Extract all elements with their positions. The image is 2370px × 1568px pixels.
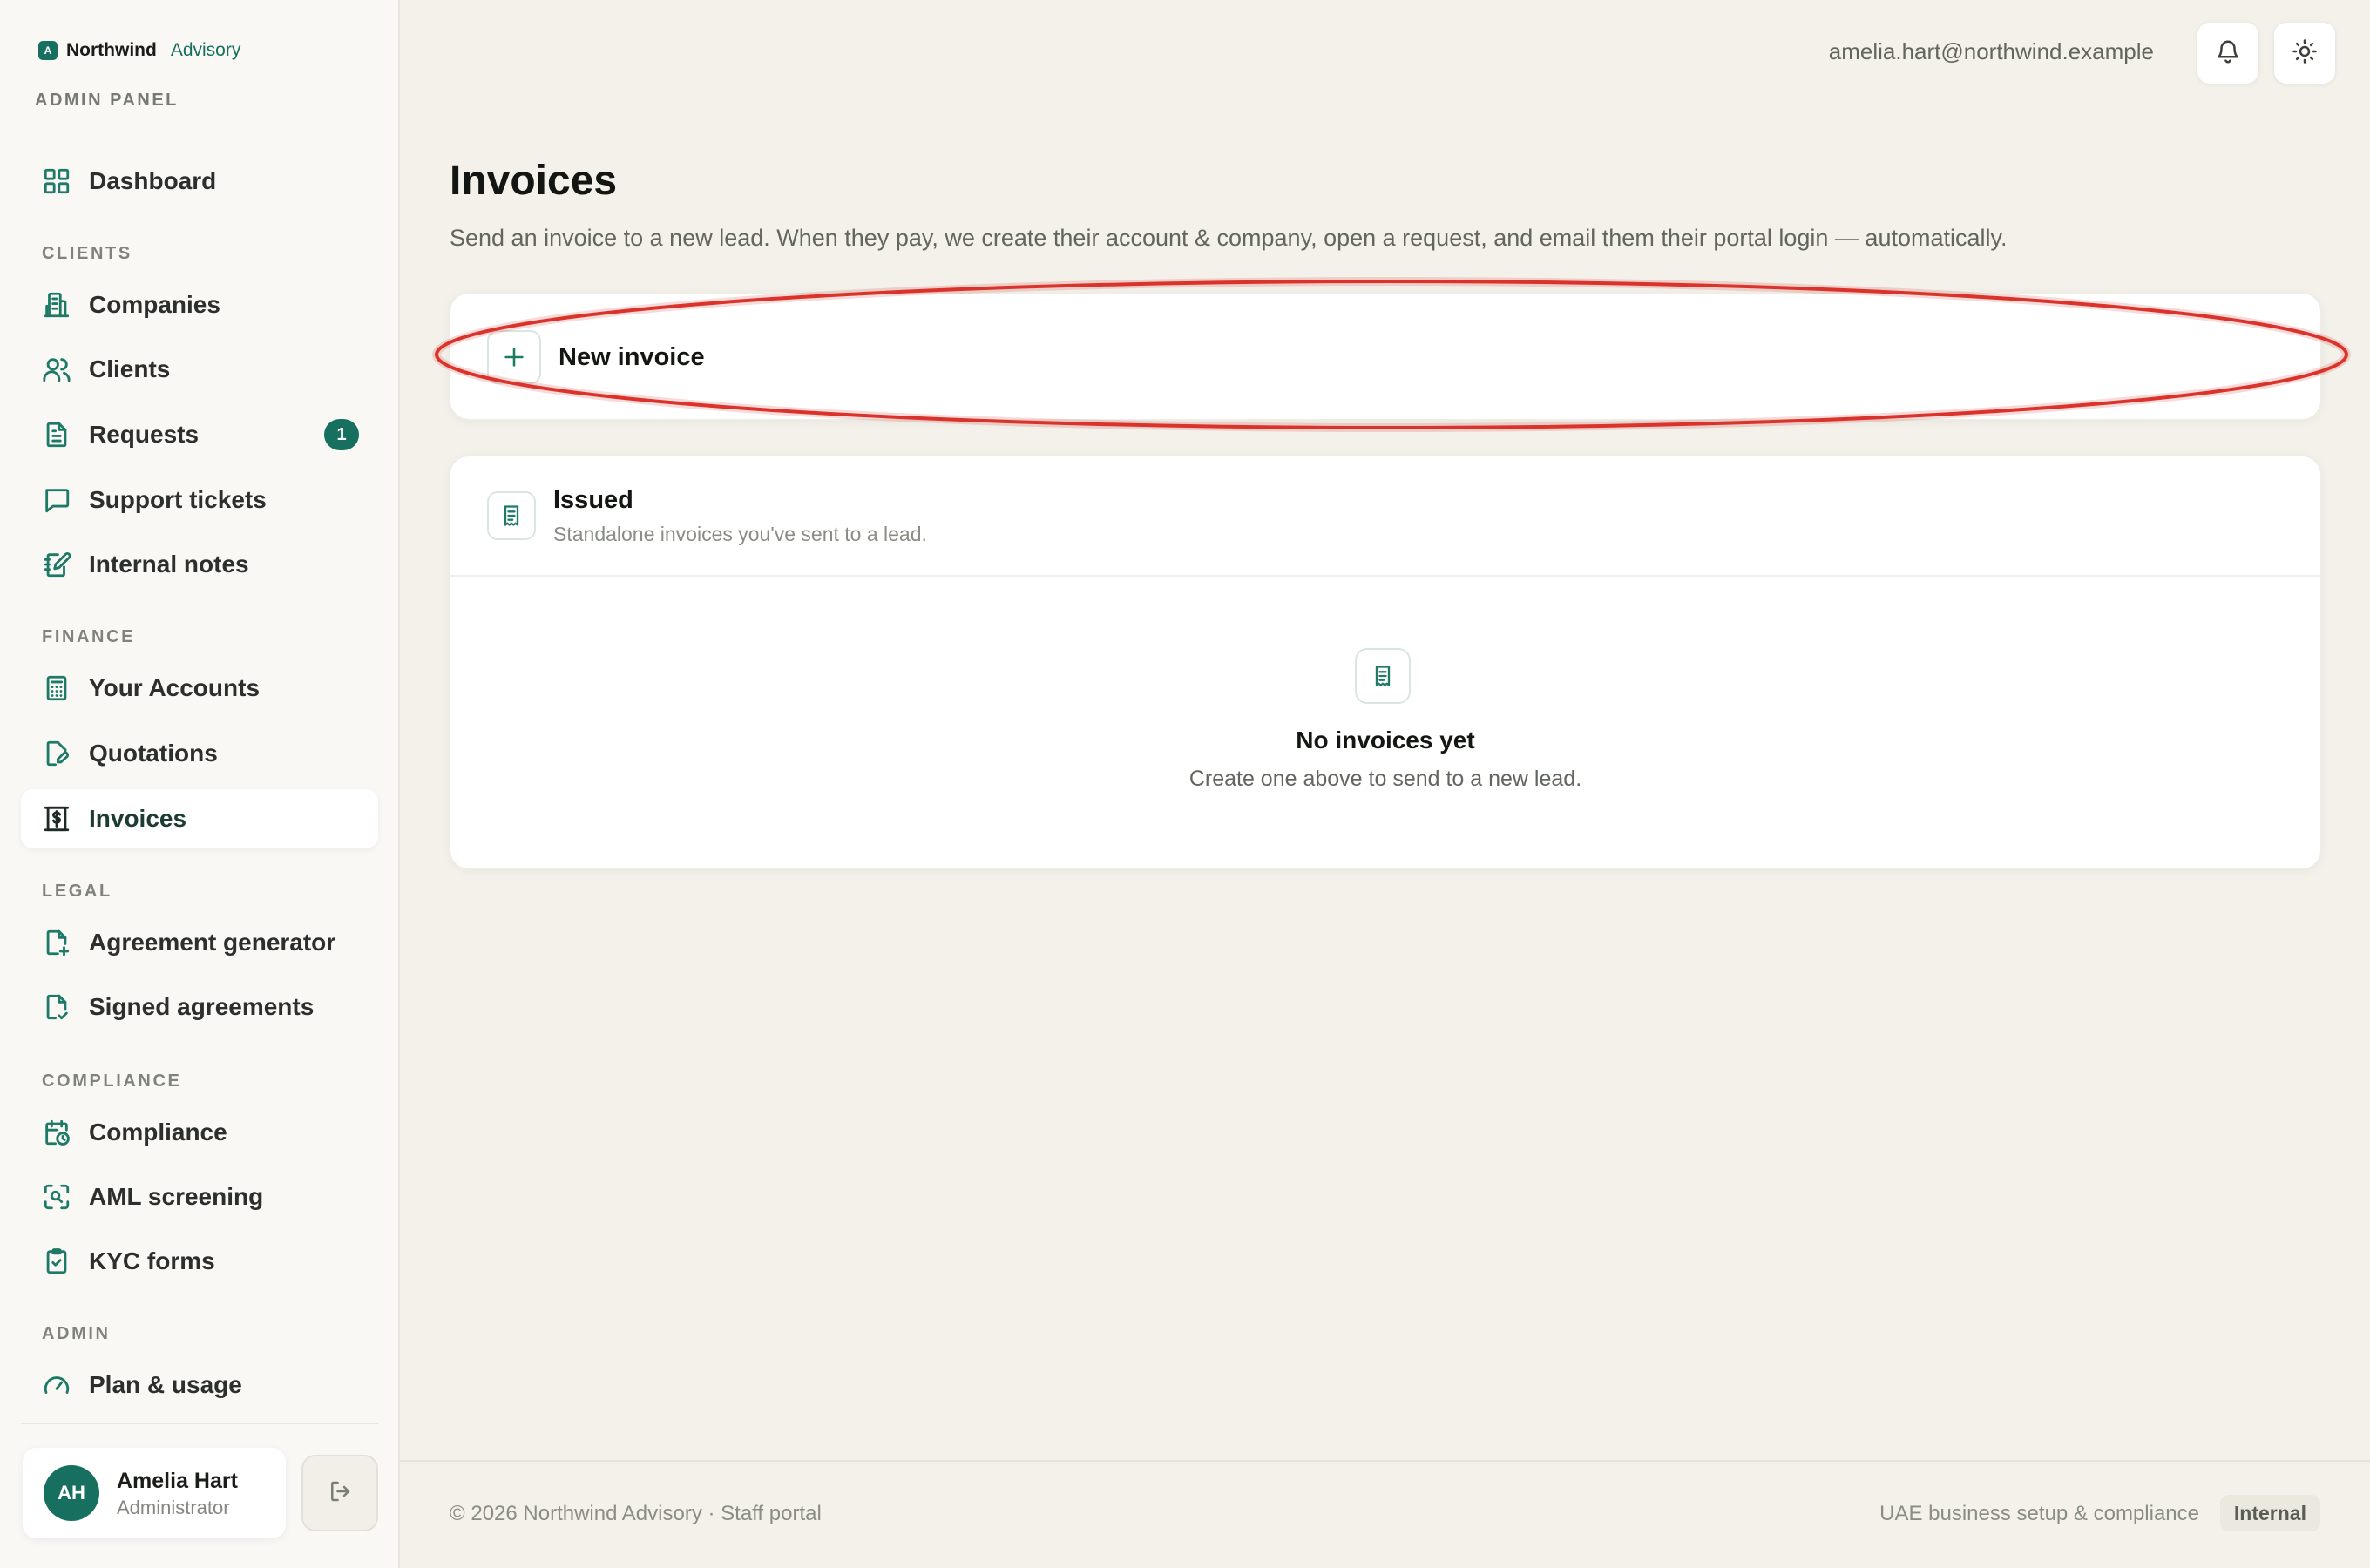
sidebar-item-label: Clients <box>89 355 171 382</box>
sidebar-item-label: Support tickets <box>89 486 267 513</box>
new-invoice-button[interactable]: New invoice <box>450 293 2321 420</box>
sidebar-item-label: Quotations <box>89 740 218 767</box>
footer-tagline: UAE business setup & compliance <box>1879 1502 2199 1525</box>
sidebar-item-companies[interactable]: Companies <box>21 275 378 335</box>
empty-state-subtitle: Create one above to send to a new lead. <box>1188 767 1582 791</box>
sidebar-item-agreement-generator[interactable]: Agreement generator <box>21 913 378 972</box>
file-plus-icon <box>42 928 71 957</box>
sidebar-item-invoices[interactable]: Invoices <box>21 789 378 848</box>
section-title-admin: ADMIN <box>42 1324 111 1343</box>
sidebar-item-label: Your Accounts <box>89 674 261 701</box>
main-content: amelia.hart@northwind.example Invoices S… <box>400 0 2370 1568</box>
sidebar-item-label: Dashboard <box>89 167 217 194</box>
sidebar-item-your-accounts[interactable]: Your Accounts <box>21 659 378 718</box>
page-description: Send an invoice to a new lead. When they… <box>450 225 2008 251</box>
section-title-finance: FINANCE <box>42 627 136 646</box>
user-profile-card[interactable]: AH Amelia Hart Administrator <box>23 1448 286 1538</box>
sidebar-item-label: AML screening <box>89 1183 264 1210</box>
receipt-icon <box>487 491 536 540</box>
new-invoice-label: New invoice <box>559 343 705 371</box>
invoice-dollar-icon <box>42 804 71 834</box>
sidebar-item-label: Agreement generator <box>89 929 336 956</box>
theme-toggle-button[interactable] <box>2274 23 2335 84</box>
internal-badge: Internal <box>2219 1495 2320 1531</box>
file-edit-icon <box>42 739 71 768</box>
user-role: Administrator <box>117 1497 230 1518</box>
sidebar-item-label: Internal notes <box>89 551 249 578</box>
issued-divider <box>450 575 2320 577</box>
panel-label: ADMIN PANEL <box>35 91 179 110</box>
grid-icon <box>42 166 71 196</box>
sun-icon <box>2292 38 2318 69</box>
calculator-icon <box>42 673 71 703</box>
sidebar: A Northwind Advisory ADMIN PANEL Dashboa… <box>0 0 400 1568</box>
logout-button[interactable] <box>301 1455 378 1531</box>
section-title-clients: CLIENTS <box>42 244 132 263</box>
users-icon <box>42 355 71 384</box>
sidebar-item-plan-usage[interactable]: Plan & usage <box>21 1355 378 1415</box>
notes-icon <box>42 550 71 579</box>
document-icon <box>42 420 71 449</box>
issued-title: Issued <box>553 486 633 514</box>
gauge-icon <box>42 1370 71 1400</box>
sidebar-item-requests[interactable]: Requests 1 <box>21 405 378 464</box>
sidebar-item-signed-agreements[interactable]: Signed agreements <box>21 977 378 1037</box>
sidebar-item-label: Plan & usage <box>89 1371 242 1398</box>
notifications-button[interactable] <box>2197 23 2258 84</box>
brand-mark-icon: A <box>38 41 58 60</box>
sidebar-item-label: Invoices <box>89 805 187 832</box>
issued-subtitle: Standalone invoices you've sent to a lea… <box>553 523 927 545</box>
sidebar-item-kyc-forms[interactable]: KYC forms <box>21 1232 378 1291</box>
section-title-legal: LEGAL <box>42 882 112 901</box>
sidebar-item-label: Compliance <box>89 1119 227 1146</box>
sidebar-item-compliance[interactable]: Compliance <box>21 1103 378 1162</box>
sidebar-item-label: Companies <box>89 291 220 318</box>
footer-copyright: © 2026 Northwind Advisory · Staff portal <box>450 1502 822 1525</box>
brand-sub: Advisory <box>170 40 241 60</box>
sidebar-divider <box>21 1423 378 1424</box>
sidebar-item-internal-notes[interactable]: Internal notes <box>21 535 378 594</box>
calendar-clock-icon <box>42 1118 71 1147</box>
user-name: Amelia Hart <box>117 1469 238 1493</box>
file-check-icon <box>42 992 71 1022</box>
issued-invoices-panel: Issued Standalone invoices you've sent t… <box>450 456 2321 869</box>
user-email: amelia.hart@northwind.example <box>1828 38 2154 64</box>
logout-icon <box>327 1478 353 1509</box>
sidebar-item-label: Signed agreements <box>89 993 315 1020</box>
clipboard-check-icon <box>42 1247 71 1276</box>
requests-count-badge: 1 <box>324 419 359 450</box>
empty-receipt-icon <box>1355 648 1411 704</box>
footer-divider <box>400 1460 2370 1462</box>
brand-logo[interactable]: A Northwind Advisory <box>38 40 240 61</box>
plus-icon <box>487 330 541 384</box>
empty-state-title: No invoices yet <box>1296 727 1475 754</box>
sidebar-item-quotations[interactable]: Quotations <box>21 724 378 783</box>
section-title-compliance: COMPLIANCE <box>42 1071 182 1091</box>
scan-search-icon <box>42 1182 71 1212</box>
building-icon <box>42 290 71 320</box>
sidebar-item-dashboard[interactable]: Dashboard <box>21 152 378 211</box>
sidebar-item-label: KYC forms <box>89 1247 215 1274</box>
bell-icon <box>2215 38 2241 69</box>
chat-icon <box>42 485 71 515</box>
sidebar-item-label: Requests <box>89 421 200 448</box>
avatar: AH <box>44 1465 99 1521</box>
sidebar-item-clients[interactable]: Clients <box>21 340 378 399</box>
sidebar-item-support-tickets[interactable]: Support tickets <box>21 470 378 530</box>
sidebar-item-aml-screening[interactable]: AML screening <box>21 1167 378 1227</box>
brand-name: Northwind <box>66 40 157 60</box>
page-title: Invoices <box>450 158 618 204</box>
